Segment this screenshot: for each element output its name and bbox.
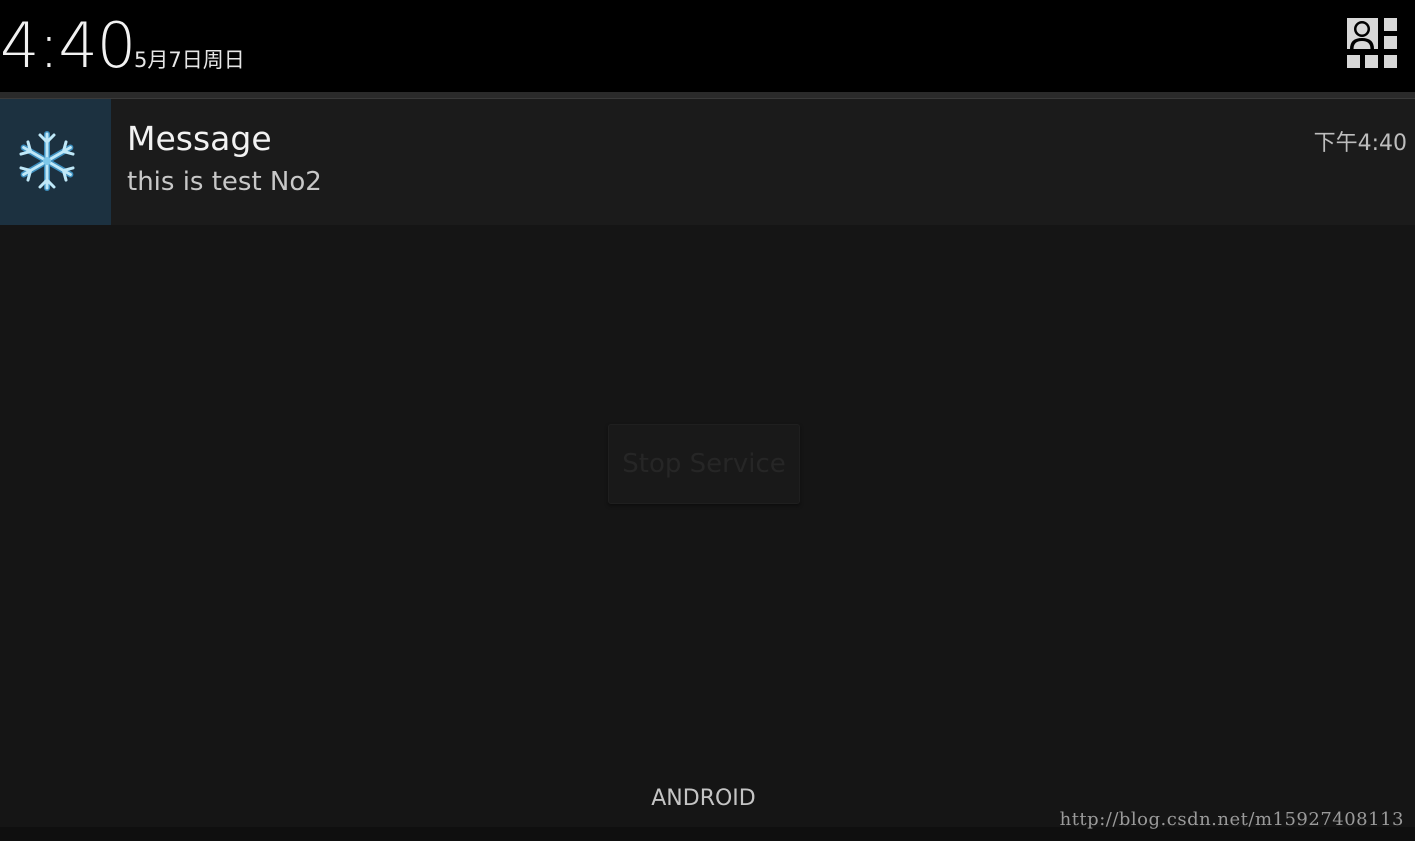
- notification-item[interactable]: Message this is test No2 下午4:40: [0, 99, 1415, 225]
- notification-title: Message: [127, 119, 272, 158]
- shade-header: 4:40 5月7日周日: [0, 0, 1415, 92]
- notification-shade-screen: 4:40 5月7日周日 Message this is test No2 下午4…: [0, 0, 1415, 841]
- quick-settings-icon[interactable]: [1347, 18, 1397, 68]
- stop-service-button[interactable]: Stop Service: [608, 424, 800, 504]
- header-divider: [0, 92, 1415, 99]
- notification-timestamp: 下午4:40: [1313, 131, 1407, 156]
- clock-time: 4:40: [0, 9, 136, 82]
- clock-date: 5月7日周日: [134, 48, 245, 72]
- snowflake-icon: [19, 131, 75, 191]
- notification-text: this is test No2: [127, 167, 322, 197]
- notification-icon-container: [0, 99, 111, 225]
- watermark-url: http://blog.csdn.net/m15927408113: [1059, 809, 1404, 830]
